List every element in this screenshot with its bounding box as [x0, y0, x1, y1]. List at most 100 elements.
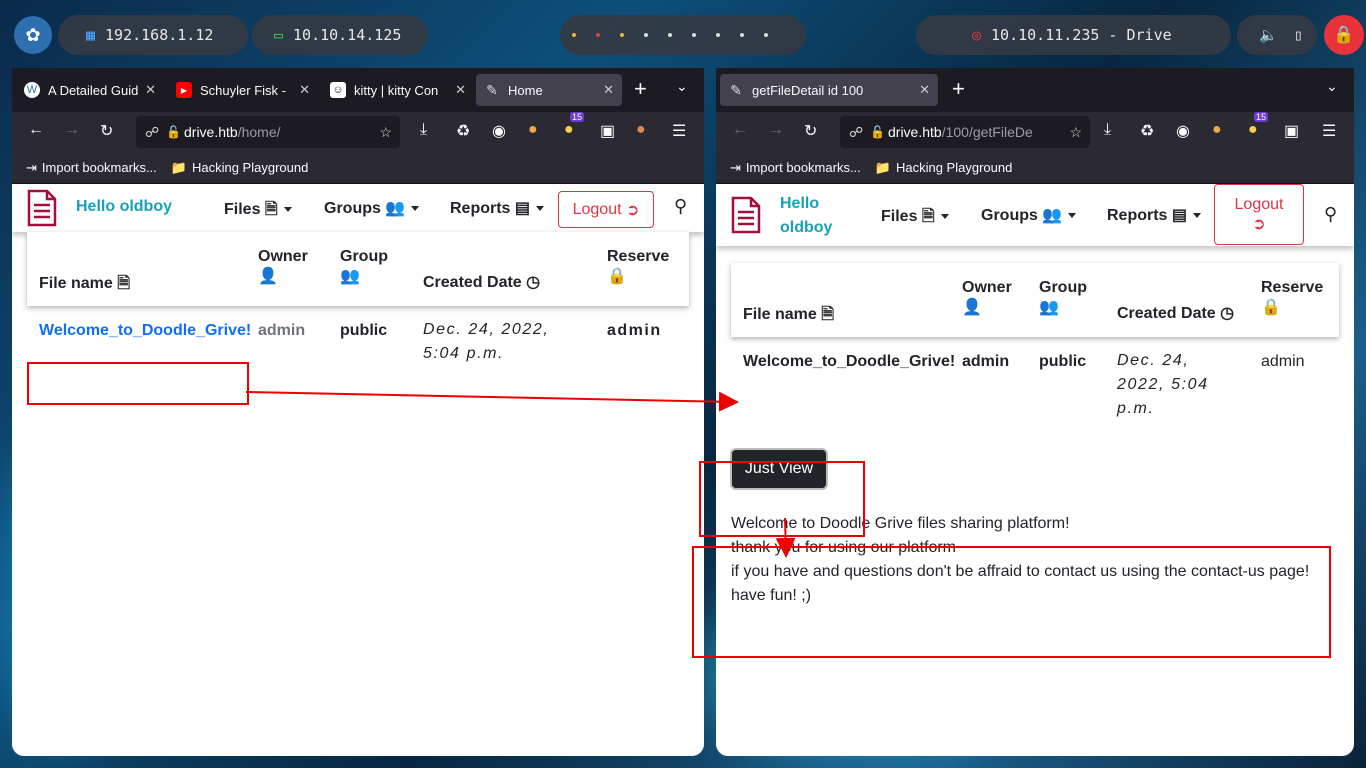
- reload-button[interactable]: ↻: [100, 121, 113, 141]
- bookmark-hacking-playground[interactable]: 📁 Hacking Playground: [875, 160, 1013, 176]
- tab-youtube[interactable]: ▶ Schuyler Fisk - ✕: [168, 74, 318, 106]
- python-extension-icon[interactable]: ● 15: [1248, 112, 1269, 139]
- back-button[interactable]: ←: [28, 121, 44, 139]
- file-link[interactable]: Welcome_to_Doodle_Grive!: [39, 322, 251, 340]
- shield-icon: ☍: [849, 123, 864, 140]
- extensions-icon[interactable]: ♻: [1140, 121, 1154, 141]
- new-tab-button[interactable]: +: [952, 76, 965, 102]
- user-icon: 👤: [258, 268, 278, 285]
- python-extension-icon[interactable]: ● 15: [564, 112, 585, 139]
- forward-button[interactable]: →: [768, 121, 784, 139]
- file-icon: 🗎: [821, 306, 835, 323]
- tab-list-button[interactable]: ⌄: [1326, 78, 1338, 95]
- workspace-dot[interactable]: [572, 33, 576, 37]
- chevron-down-icon: [940, 214, 949, 220]
- battery-icon[interactable]: ▯: [1294, 26, 1303, 44]
- extensions-icon[interactable]: ♻: [456, 121, 470, 141]
- search-icon[interactable]: ⚲: [1324, 204, 1337, 225]
- menu-files[interactable]: Files 🗎: [224, 198, 292, 225]
- hamburger-menu-icon[interactable]: ☰: [1322, 121, 1336, 141]
- forward-button[interactable]: →: [64, 121, 80, 139]
- tab-strip: W A Detailed Guid ✕ ▶ Schuyler Fisk - ✕ …: [12, 68, 704, 112]
- bookmark-import[interactable]: ⇥ Import bookmarks...: [730, 160, 861, 176]
- bookmark-star-icon[interactable]: ☆: [1065, 123, 1082, 141]
- workspace-dot[interactable]: [620, 33, 624, 37]
- workspace-dot[interactable]: [596, 33, 600, 37]
- tab-home[interactable]: ✎ Home ✕: [476, 74, 622, 106]
- menu-files[interactable]: Files 🗎: [881, 205, 949, 232]
- search-icon[interactable]: ⚲: [674, 196, 687, 217]
- workspace-dot[interactable]: [692, 33, 696, 37]
- document-logo-icon[interactable]: [26, 189, 58, 227]
- workspace-switcher[interactable]: [560, 15, 806, 55]
- new-tab-button[interactable]: +: [634, 76, 647, 102]
- menu-reports[interactable]: Reports ▤: [450, 198, 545, 218]
- url-bar[interactable]: ☍ 🔓 drive.htb/100/getFileDe ☆: [840, 116, 1090, 148]
- tab-guide[interactable]: W A Detailed Guid ✕: [16, 74, 164, 106]
- workspace-dot[interactable]: [764, 33, 768, 37]
- tab-get-file-detail[interactable]: ✎ getFileDetail id 100 ✕: [720, 74, 938, 106]
- menu-groups[interactable]: Groups 👥: [981, 205, 1077, 225]
- menu-groups[interactable]: Groups 👥: [324, 198, 420, 218]
- hamburger-menu-icon[interactable]: ☰: [672, 121, 686, 141]
- header-file-name: File name 🗎: [743, 306, 835, 323]
- vpn-ip-widget[interactable]: ▭ 10.10.14.125: [252, 15, 428, 55]
- parrot-icon: ✿: [25, 24, 41, 45]
- file-icon: 🗎: [264, 201, 278, 218]
- downloads-icon[interactable]: ⤓: [1104, 121, 1111, 139]
- reload-button[interactable]: ↻: [804, 121, 817, 141]
- insecure-lock-icon: 🔓: [870, 125, 885, 139]
- menu-reports[interactable]: Reports ▤: [1107, 205, 1202, 225]
- close-tab-icon[interactable]: ✕: [145, 82, 156, 98]
- users-icon: 👥: [1039, 299, 1059, 316]
- local-ip: 192.168.1.12: [105, 26, 214, 44]
- lock-icon: 🔒: [1261, 299, 1281, 316]
- close-tab-icon[interactable]: ✕: [919, 82, 930, 98]
- target-widget[interactable]: ◎ 10.10.11.235 - Drive: [916, 15, 1231, 55]
- logout-button[interactable]: Logout ➲: [1214, 184, 1304, 245]
- bookmark-star-icon[interactable]: ☆: [379, 124, 392, 141]
- extension-glasses-icon[interactable]: ◉: [1176, 121, 1190, 141]
- chevron-down-icon: [411, 206, 420, 212]
- extension-box-icon[interactable]: ▣: [600, 121, 615, 141]
- tab-strip: ✎ getFileDetail id 100 ✕ + ⌄: [716, 68, 1354, 112]
- close-tab-icon[interactable]: ✕: [299, 82, 310, 98]
- cookie-icon[interactable]: ●: [1212, 121, 1222, 139]
- folder-icon: 📁: [170, 159, 187, 175]
- youtube-icon: ▶: [176, 82, 192, 98]
- document-logo-icon[interactable]: [730, 196, 762, 234]
- workspace-dot[interactable]: [716, 33, 720, 37]
- workspace-dot[interactable]: [740, 33, 744, 37]
- logout-button[interactable]: Logout ➲: [558, 191, 654, 228]
- workspace-dot[interactable]: [668, 33, 672, 37]
- volume-icon[interactable]: 🔈: [1259, 26, 1278, 44]
- close-tab-icon[interactable]: ✕: [603, 82, 614, 98]
- local-ip-widget[interactable]: ▦ 192.168.1.12: [58, 15, 248, 55]
- laptop-icon: ▭: [274, 26, 284, 44]
- back-button[interactable]: ←: [732, 121, 748, 139]
- menu-launcher-button[interactable]: ✿: [14, 16, 52, 54]
- workspace-dot[interactable]: [644, 33, 648, 37]
- tab-kitty[interactable]: ☺ kitty | kitty Con ✕: [322, 74, 474, 106]
- wordpress-icon: W: [24, 82, 40, 98]
- hello-user[interactable]: Hello oldboy: [76, 198, 172, 216]
- target-label: 10.10.11.235 - Drive: [991, 26, 1172, 44]
- left-browser-window: W A Detailed Guid ✕ ▶ Schuyler Fisk - ✕ …: [12, 68, 704, 756]
- system-tray[interactable]: 🔈 ▯: [1237, 15, 1317, 55]
- bookmark-hacking-playground[interactable]: 📁 Hacking Playground: [171, 160, 309, 176]
- bookmark-import[interactable]: ⇥ Import bookmarks...: [26, 160, 157, 176]
- close-tab-icon[interactable]: ✕: [455, 82, 466, 98]
- reserve-cell: admin: [1261, 353, 1305, 370]
- extension-glasses-icon[interactable]: ◉: [492, 121, 506, 141]
- cookie-icon[interactable]: ●: [528, 121, 538, 139]
- import-icon: ⇥: [26, 159, 37, 175]
- extension-box-icon[interactable]: ▣: [1284, 121, 1299, 141]
- table-icon: ▤: [1171, 207, 1188, 224]
- chevron-down-icon: [536, 206, 545, 212]
- url-bar[interactable]: ☍ 🔓 drive.htb/home/ ☆: [136, 116, 400, 148]
- hello-user[interactable]: Hello oldboy: [780, 192, 832, 240]
- tab-list-button[interactable]: ⌄: [676, 78, 688, 95]
- power-button[interactable]: 🔒: [1324, 15, 1364, 55]
- downloads-icon[interactable]: ⤓: [420, 121, 427, 139]
- extension-avatar-icon[interactable]: ●: [636, 121, 646, 139]
